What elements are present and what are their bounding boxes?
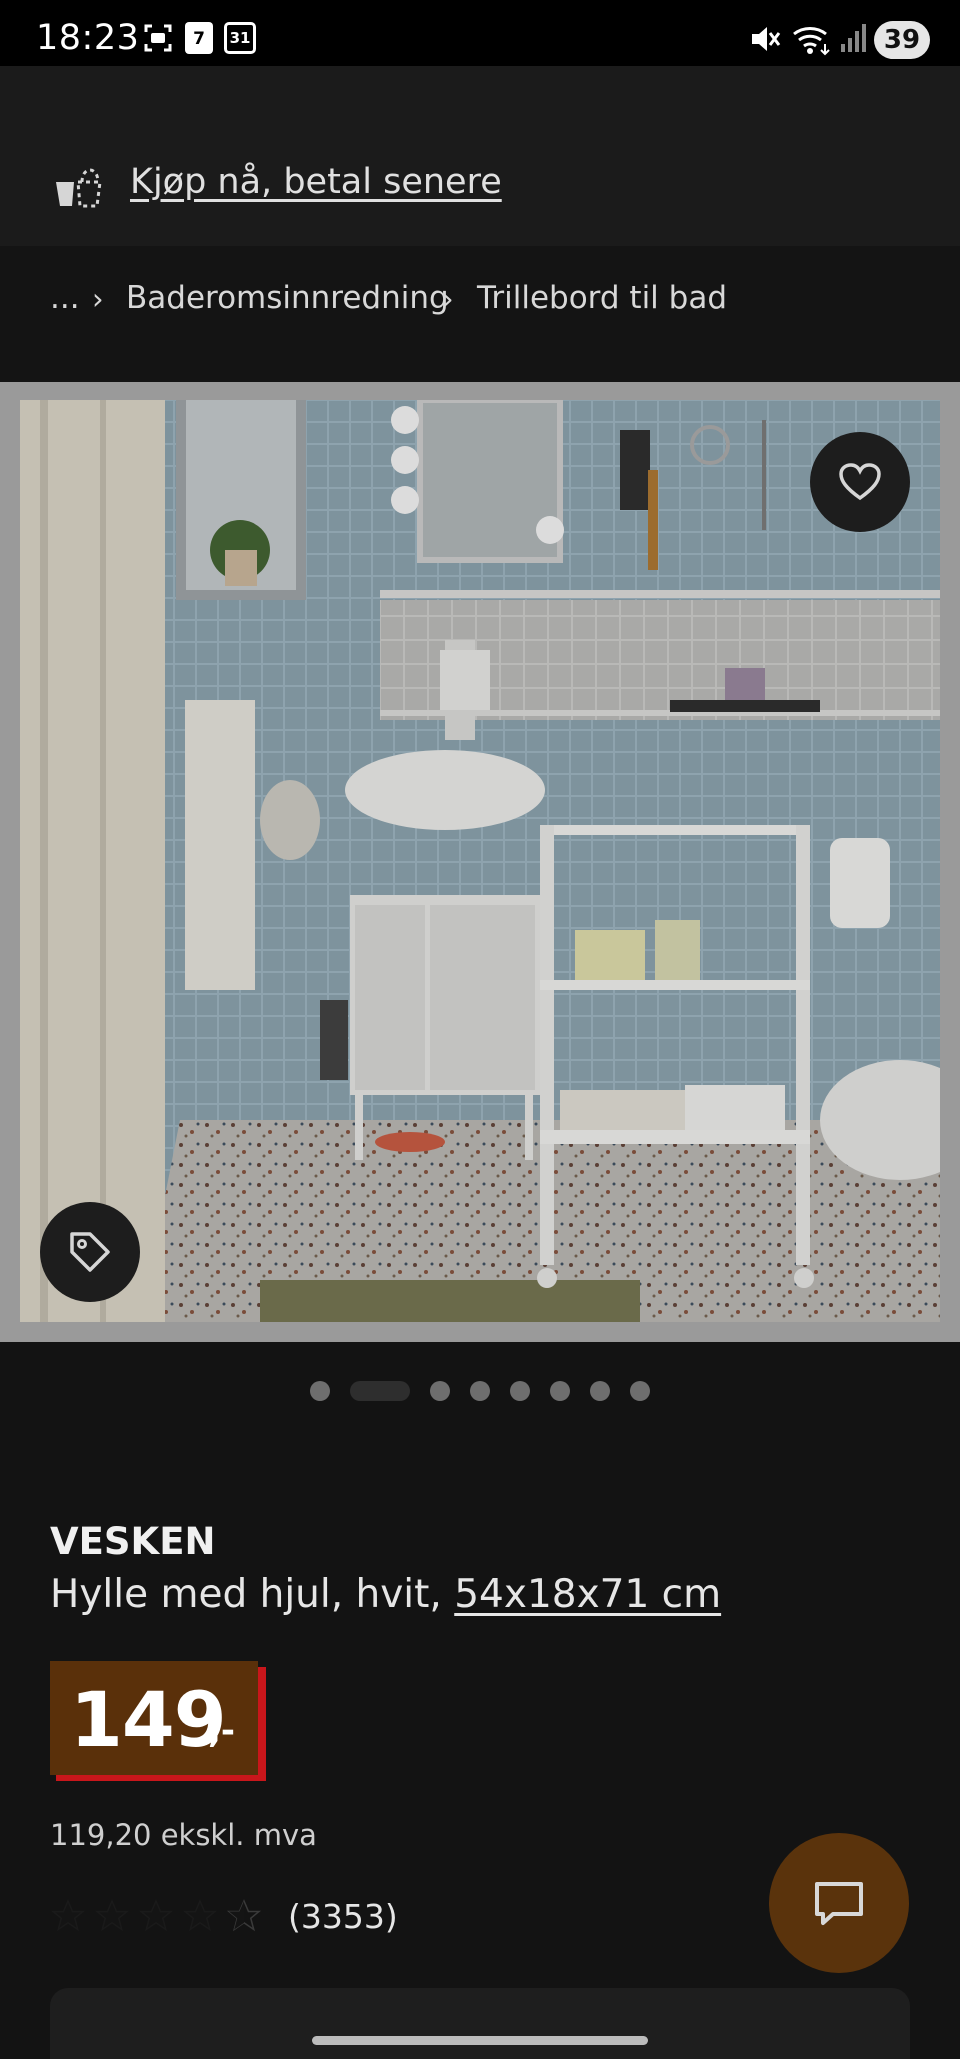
mute-icon [752, 27, 781, 51]
product-description-text: Hylle med hjul, hvit, [50, 1572, 442, 1617]
carousel-dot[interactable] [510, 1381, 530, 1401]
breadcrumb-item-current: Trillebord til bad [477, 280, 727, 316]
carousel-dot[interactable] [310, 1381, 330, 1401]
price-ex-vat: 119,20 ekskl. mva [50, 1818, 317, 1852]
breadcrumb-separator: › [442, 282, 454, 316]
breadcrumb-ellipsis[interactable]: ... [50, 280, 80, 316]
star-icon [50, 1899, 86, 1932]
breadcrumb-separator: › [92, 282, 104, 316]
product-image[interactable] [20, 400, 940, 1322]
favorite-button[interactable] [810, 432, 910, 532]
product-name: VESKEN [50, 1520, 216, 1563]
product-description: Hylle med hjul, hvit, 54x18x71 cm [50, 1572, 721, 1617]
half-star-icon [226, 1899, 262, 1932]
carousel-dot[interactable] [590, 1381, 610, 1401]
calendar-date-icon: 31 [224, 22, 256, 54]
price-box: 149 ,- [50, 1661, 258, 1775]
battery-indicator: 39 [874, 21, 930, 59]
chat-button[interactable] [769, 1833, 909, 1973]
chat-bubble-icon [815, 1882, 863, 1925]
breadcrumb-item-baderomsinnredning[interactable]: Baderomsinnredning [126, 280, 449, 316]
carousel-dot[interactable] [630, 1381, 650, 1401]
status-bar: 18:23 7 31 39 [0, 0, 960, 66]
wifi-icon [793, 27, 830, 56]
carousel-dot-active[interactable] [350, 1381, 410, 1401]
signal-icon [841, 24, 866, 52]
calendar-icon: 7 [185, 22, 213, 54]
bathroom-illustration [20, 400, 940, 1322]
carousel-dot[interactable] [550, 1381, 570, 1401]
heart-icon [839, 463, 881, 501]
carousel-dot[interactable] [430, 1381, 450, 1401]
star-icon [94, 1899, 130, 1932]
rating-stars[interactable] [50, 1898, 262, 1934]
promo-banner [0, 66, 960, 246]
product-size-link[interactable]: 54x18x71 cm [454, 1572, 721, 1617]
star-icon [182, 1899, 218, 1932]
tag-icon [70, 1232, 110, 1272]
product-tag-button[interactable] [40, 1202, 140, 1302]
next-section-card [50, 1988, 910, 2059]
star-icon [138, 1899, 174, 1932]
price-value: 149 [70, 1675, 227, 1764]
status-time: 18:23 [36, 18, 140, 58]
home-indicator[interactable] [312, 2036, 648, 2045]
shopping-bag-icon [56, 168, 102, 208]
screenshot-icon [144, 24, 172, 52]
buy-now-pay-later-link[interactable]: Kjøp nå, betal senere [130, 162, 502, 202]
review-count[interactable]: (3353) [288, 1897, 398, 1936]
carousel-dot[interactable] [470, 1381, 490, 1401]
price-suffix: ,- [208, 1711, 236, 1751]
